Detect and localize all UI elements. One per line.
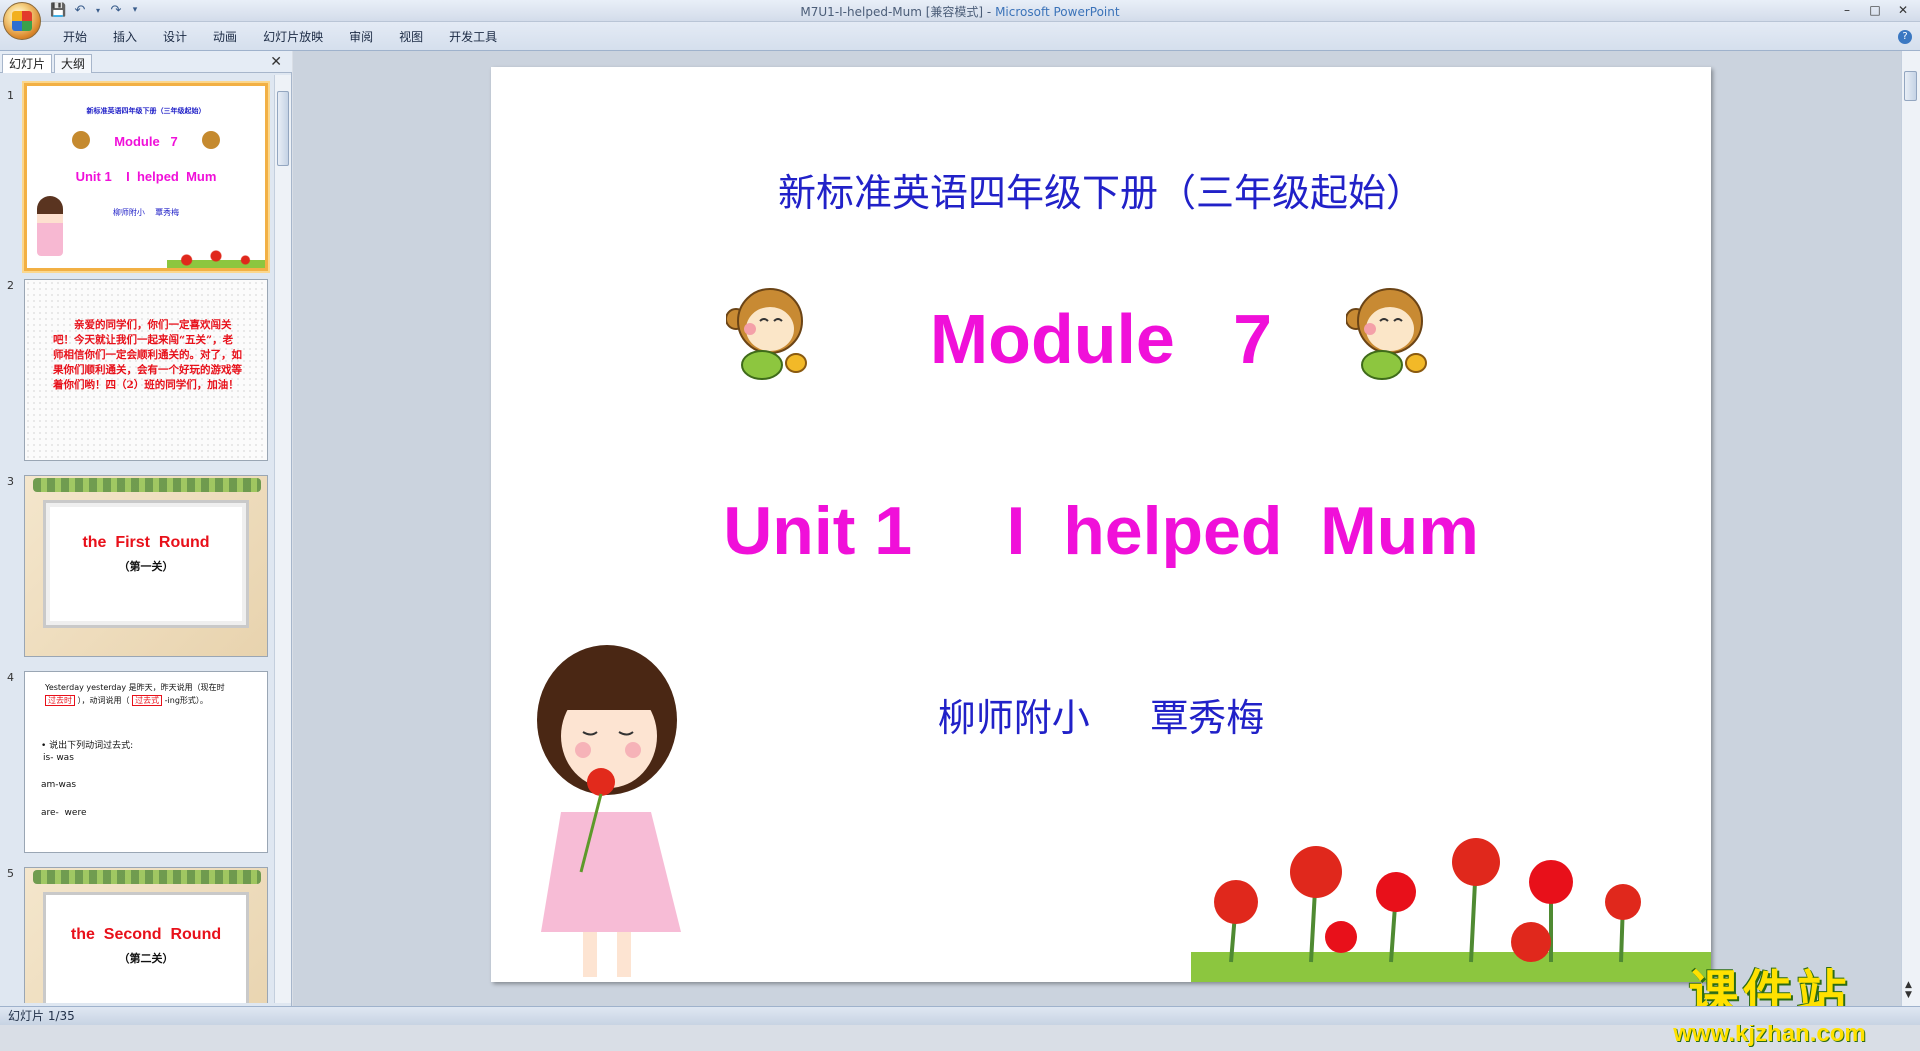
vine-border — [33, 478, 261, 492]
tab-home[interactable]: 开始 — [50, 29, 100, 45]
panel-close-icon[interactable]: ✕ — [270, 54, 282, 70]
close-icon[interactable]: ✕ — [1890, 1, 1916, 19]
slide-editor: 新标准英语四年级下册（三年级起始） Module 7 Unit 1 I help… — [293, 51, 1901, 1046]
slide-number: 3 — [7, 475, 14, 488]
slide-module-title[interactable]: Module 7 — [491, 299, 1711, 379]
tab-slides[interactable]: 幻灯片 — [2, 54, 53, 73]
tab-outline[interactable]: 大纲 — [54, 54, 93, 73]
thumb-unit: Unit 1 I helped Mum — [75, 169, 217, 184]
slide-number: 2 — [7, 279, 14, 292]
slide-counter: 幻灯片 1/35 — [8, 1009, 75, 1023]
scrollbar-thumb[interactable] — [277, 91, 289, 166]
thumbnail-scrollbar[interactable] — [274, 75, 291, 1003]
thumb-verb: are- — [41, 808, 59, 818]
thumb-frame — [43, 892, 249, 1003]
tab-developer[interactable]: 开发工具 — [436, 29, 510, 45]
flowers-image — [167, 248, 265, 268]
thumb-bullet: • 说出下列动词过去式: — [41, 741, 134, 751]
status-bar: 幻灯片 1/35 — [0, 1006, 1920, 1025]
monkey-icon — [202, 131, 220, 149]
thumb-answer-box: 过去时 — [45, 695, 75, 706]
thumb-answer-box: 过去式 — [132, 695, 163, 706]
thumb-round-sub: （第二关） — [118, 952, 174, 965]
vine-border — [33, 870, 261, 884]
thumb-past: were — [64, 808, 87, 818]
scrollbar-thumb[interactable] — [1904, 71, 1917, 101]
monkey-icon — [72, 131, 90, 149]
thumb-text: Yesterday yesterday 是昨天，昨天说用（现在时 过去时 ），动… — [45, 681, 260, 707]
slide-number: 5 — [7, 867, 14, 880]
tab-review[interactable]: 审阅 — [336, 29, 386, 45]
thumb-past: was — [56, 753, 74, 763]
thumb-past: was — [58, 780, 77, 790]
thumb-round-title: the First Round — [82, 534, 210, 551]
thumbnail-slide-4[interactable]: Yesterday yesterday 是昨天，昨天说用（现在时 过去时 ），动… — [24, 671, 268, 853]
thumb-line: ），动词说用（ — [77, 696, 130, 705]
next-slide-icon[interactable]: ▲ ▼ — [1905, 980, 1912, 1000]
editor-scrollbar[interactable]: ▲ ▼ — [1901, 51, 1920, 1006]
tab-view[interactable]: 视图 — [386, 29, 436, 45]
thumb-round-sub: （第一关） — [118, 560, 174, 573]
thumbnail-slide-1[interactable]: 新标准英语四年级下册（三年级起始） Module 7 Unit 1 I help… — [24, 83, 268, 271]
thumbnail-slide-2[interactable]: 亲爱的同学们，你们一定喜欢闯关吧！今天就让我们一起来闯“五关”，老师相信你们一定… — [24, 279, 268, 461]
thumb-subtitle: 新标准英语四年级下册（三年级起始） — [86, 107, 206, 115]
ribbon: 开始 插入 设计 动画 幻灯片放映 审阅 视图 开发工具 ? — [0, 22, 1920, 51]
watermark-url: www.kjzhan.com — [1673, 1020, 1866, 1047]
tab-animations[interactable]: 动画 — [200, 29, 250, 45]
tab-slideshow[interactable]: 幻灯片放映 — [250, 29, 336, 45]
slide-unit-title[interactable]: Unit 1 I helped Mum — [491, 492, 1711, 570]
panel-tabs: 幻灯片 大纲 ✕ — [0, 51, 292, 73]
tab-design[interactable]: 设计 — [150, 29, 200, 45]
thumbnail-slide-5[interactable]: the Second Round （第二关） — [24, 867, 268, 1003]
slide-number: 4 — [7, 671, 14, 684]
thumb-verb: is- — [43, 753, 54, 763]
slide-subtitle[interactable]: 新标准英语四年级下册（三年级起始） — [491, 162, 1711, 217]
window-controls: – □ ✕ — [1834, 1, 1916, 19]
help-icon[interactable]: ? — [1898, 30, 1912, 44]
flowers-image — [1191, 838, 1711, 982]
document-title: M7U1-I-helped-Mum [兼容模式] — [800, 5, 984, 19]
thumbnail-list: 1 新标准英语四年级下册（三年级起始） Module 7 Unit 1 I he… — [0, 75, 274, 1003]
maximize-icon[interactable]: □ — [1862, 1, 1888, 19]
current-slide[interactable]: 新标准英语四年级下册（三年级起始） Module 7 Unit 1 I help… — [491, 67, 1711, 982]
thumb-line: -ing形式）。 — [164, 696, 208, 705]
minimize-icon[interactable]: – — [1834, 1, 1860, 19]
thumb-line: Yesterday yesterday 是昨天，昨天说用（现在时 — [45, 683, 225, 692]
slides-panel: 幻灯片 大纲 ✕ 1 新标准英语四年级下册（三年级起始） Module 7 Un… — [0, 51, 292, 1006]
window-title: M7U1-I-helped-Mum [兼容模式] - Microsoft Pow… — [800, 5, 1120, 19]
title-bar: 💾 ↶ ▾ ↷ ▾ M7U1-I-helped-Mum [兼容模式] - Mic… — [0, 0, 1920, 40]
thumb-round-title: the Second Round — [70, 926, 222, 943]
girl-image — [37, 196, 63, 256]
slide-number: 1 — [7, 89, 14, 102]
tab-insert[interactable]: 插入 — [100, 29, 150, 45]
girl-image — [537, 645, 681, 977]
office-logo-icon — [12, 11, 32, 31]
ribbon-tabs: 开始 插入 设计 动画 幻灯片放映 审阅 视图 开发工具 — [50, 29, 510, 45]
thumbnail-slide-3[interactable]: the First Round （第一关） — [24, 475, 268, 657]
app-name: Microsoft PowerPoint — [995, 5, 1120, 19]
thumb-module: Module 7 — [114, 134, 178, 149]
thumb-paragraph: 亲爱的同学们，你们一定喜欢闯关吧！今天就让我们一起来闯“五关”，老师相信你们一定… — [53, 319, 242, 391]
thumb-verb: am- — [41, 780, 59, 790]
office-button[interactable] — [3, 2, 41, 40]
